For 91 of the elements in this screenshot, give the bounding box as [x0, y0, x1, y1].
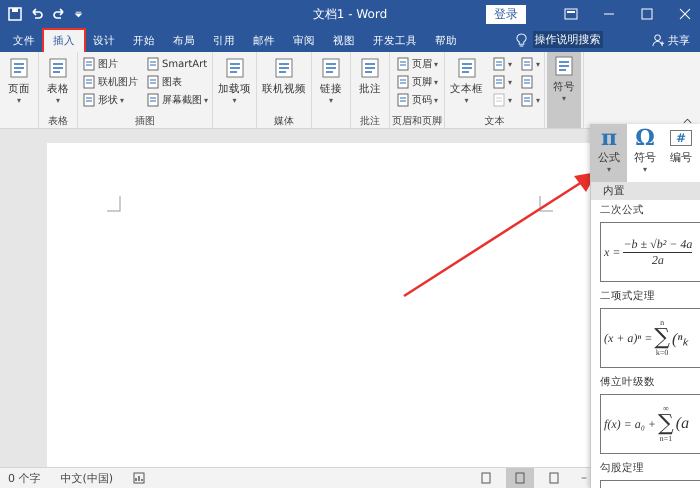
document-icon: [492, 57, 506, 71]
ribbon-small-button[interactable]: 页脚 ▾: [394, 74, 440, 90]
window-title: 文档1 - Word: [312, 6, 388, 22]
macro-icon[interactable]: [133, 472, 146, 484]
menu-button[interactable]: Ω 符号 ▾: [627, 124, 663, 182]
caret-icon: ▾: [329, 96, 334, 106]
page-icon: [514, 472, 526, 484]
language-status[interactable]: 中文(中国): [60, 470, 114, 486]
login-button[interactable]: 登录: [486, 4, 526, 24]
undo-icon[interactable]: [30, 7, 44, 21]
page-icon: [548, 472, 560, 484]
ribbon-small-button[interactable]: 联机图片: [80, 74, 140, 90]
document-icon: [396, 93, 410, 107]
ribbon-button[interactable]: 表格 ▾: [41, 54, 75, 114]
ribbon-button[interactable]: 文本框 ▾: [447, 54, 486, 114]
document-icon: [146, 57, 160, 71]
ribbon-button[interactable]: 链接 ▾: [314, 54, 348, 114]
ribbon-button[interactable]: 符号 ▾: [547, 52, 582, 128]
tell-me-search[interactable]: 操作说明搜索: [532, 31, 602, 48]
ribbon-small-button[interactable]: 屏幕截图 ▾: [144, 92, 210, 108]
ribbon-tab[interactable]: 布局: [164, 30, 204, 52]
ribbon-tab[interactable]: 开发工具: [364, 30, 426, 52]
ribbon-small-button[interactable]: ▾: [518, 56, 542, 72]
corner-mark: [539, 196, 553, 212]
document-icon: [82, 75, 96, 89]
ribbon-display-icon[interactable]: [564, 8, 578, 20]
ribbon-button[interactable]: 页面 ▾: [2, 54, 36, 114]
caret-icon: ▾: [56, 96, 60, 106]
caret-icon: ▾: [464, 96, 469, 106]
view-button[interactable]: [506, 468, 534, 488]
ribbon-button[interactable]: 批注: [353, 54, 388, 114]
ribbon-tab[interactable]: 设计: [84, 30, 124, 52]
group-label: 页眉和页脚: [392, 114, 442, 128]
page-icon: [480, 472, 492, 484]
equation-preview[interactable]: f(x) = a₀ + ∞ ∑ n=1 (a: [600, 394, 700, 454]
document-icon: [520, 75, 534, 89]
corner-mark: [107, 196, 121, 212]
caret-icon: ▾: [232, 96, 237, 106]
equation-title: 二次公式: [600, 203, 645, 217]
group-label: 插图: [135, 115, 155, 128]
ribbon-button[interactable]: 加载项 ▾: [215, 54, 254, 114]
document-icon: [82, 57, 96, 71]
ribbon-small-button[interactable]: 形状 ▾: [80, 92, 140, 108]
document-icon: [396, 75, 410, 89]
ribbon-tab[interactable]: 审阅: [284, 30, 324, 52]
equation-title: 勾股定理: [600, 461, 645, 475]
ribbon-tab[interactable]: 视图: [324, 30, 364, 52]
ribbon-small-button[interactable]: ▾: [490, 74, 514, 90]
equation-preview[interactable]: (x + a)ⁿ = n ∑ k=0 (ⁿₖ: [600, 308, 700, 368]
ribbon-small-button[interactable]: 页眉 ▾: [394, 56, 440, 72]
document-icon: [492, 93, 506, 107]
lightbulb-icon: [516, 33, 526, 48]
ribbon-small-button[interactable]: 图表: [144, 74, 210, 90]
document-icon: [396, 57, 410, 71]
ribbon-tab[interactable]: 开始: [124, 30, 164, 52]
document-icon: [520, 93, 534, 107]
group-label: 文本: [484, 114, 505, 128]
person-icon: [652, 34, 665, 47]
group-label: 媒体: [274, 115, 294, 128]
ribbon-button[interactable]: 联机视频: [259, 54, 310, 114]
ribbon-small-button[interactable]: SmartArt: [144, 56, 210, 72]
redo-icon[interactable]: [52, 7, 66, 21]
menu-button[interactable]: π 公式 ▾: [591, 124, 627, 182]
group-label: 表格: [48, 114, 68, 128]
ribbon-tab[interactable]: 文件: [4, 30, 44, 52]
ribbon-small-button[interactable]: ▾: [490, 56, 514, 72]
ribbon-tab[interactable]: 邮件: [244, 30, 284, 52]
ribbon-small-button[interactable]: 页码 ▾: [394, 92, 440, 108]
document-icon: [146, 75, 160, 89]
ribbon-tab[interactable]: 帮助: [426, 30, 466, 52]
equation-title: 傅立叶级数: [600, 375, 656, 389]
ribbon-small-button[interactable]: ▾: [518, 92, 542, 108]
maximize-icon[interactable]: [640, 8, 654, 20]
ribbon-tab[interactable]: 引用: [204, 30, 244, 52]
save-icon[interactable]: [8, 7, 22, 21]
menu-button[interactable]: # 编号: [663, 124, 699, 182]
caret-icon: ▾: [562, 94, 566, 104]
share-button[interactable]: 共享: [652, 33, 690, 48]
ribbon-tab[interactable]: 插入: [44, 30, 84, 52]
close-icon[interactable]: [678, 8, 692, 20]
document-icon: [520, 57, 534, 71]
ribbon-small-button[interactable]: 图片: [80, 56, 140, 72]
section-header: 内置: [591, 182, 700, 200]
collapse-icon[interactable]: [683, 118, 692, 124]
word-count[interactable]: 0 个字: [8, 470, 40, 486]
caret-icon: ▾: [16, 96, 21, 106]
group-label: 批注: [360, 114, 380, 128]
document-icon: [146, 93, 160, 107]
document-icon: [492, 75, 506, 89]
document-icon: [82, 93, 96, 107]
equation-title: 二项式定理: [600, 289, 656, 303]
